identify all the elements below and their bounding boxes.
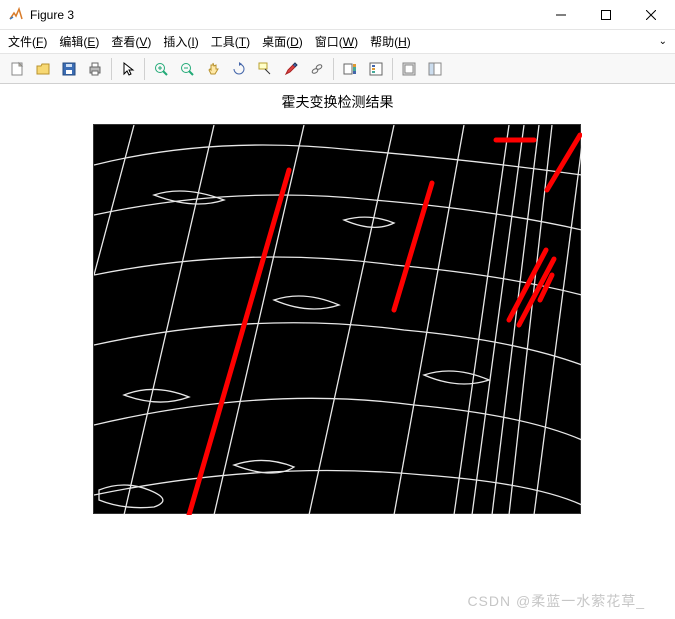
data-cursor-button[interactable] [253,57,277,81]
figure-title: 霍夫变换检测结果 [0,84,675,112]
zoom-in-button[interactable] [149,57,173,81]
dock-button[interactable] [423,57,447,81]
zoom-out-button[interactable] [175,57,199,81]
menu-desktop[interactable]: 桌面(D) [262,33,303,50]
menu-window[interactable]: 窗口(W) [315,33,358,50]
brush-button[interactable] [279,57,303,81]
menu-view[interactable]: 查看(V) [111,33,151,50]
close-button[interactable] [628,0,673,29]
matlab-icon [8,7,24,23]
maximize-button[interactable] [583,0,628,29]
hide-tools-button[interactable] [397,57,421,81]
menu-file[interactable]: 文件(F) [8,33,47,50]
toolbar-separator [333,58,334,80]
link-button[interactable] [305,57,329,81]
menu-tools[interactable]: 工具(T) [211,33,250,50]
toolbar-separator [144,58,145,80]
pan-button[interactable] [201,57,225,81]
title-bar: Figure 3 [0,0,675,30]
legend-button[interactable] [364,57,388,81]
minimize-button[interactable] [538,0,583,29]
watermark-text: CSDN @柔蓝一水萦花草_ [467,591,645,611]
axes-image[interactable] [93,124,581,514]
print-button[interactable] [83,57,107,81]
window-title: Figure 3 [30,8,538,22]
menu-help[interactable]: 帮助(H) [370,33,411,50]
menu-edit[interactable]: 编辑(E) [59,33,99,50]
open-button[interactable] [31,57,55,81]
rotate-button[interactable] [227,57,251,81]
menu-more-icon[interactable]: ⌄ [659,36,667,47]
toolbar [0,54,675,84]
figure-canvas: 霍夫变换检测结果 [0,84,675,619]
toolbar-separator [392,58,393,80]
new-figure-button[interactable] [5,57,29,81]
colorbar-button[interactable] [338,57,362,81]
toolbar-separator [111,58,112,80]
menu-bar: 文件(F) 编辑(E) 查看(V) 插入(I) 工具(T) 桌面(D) 窗口(W… [0,30,675,54]
save-button[interactable] [57,57,81,81]
pointer-button[interactable] [116,57,140,81]
menu-insert[interactable]: 插入(I) [163,33,198,50]
